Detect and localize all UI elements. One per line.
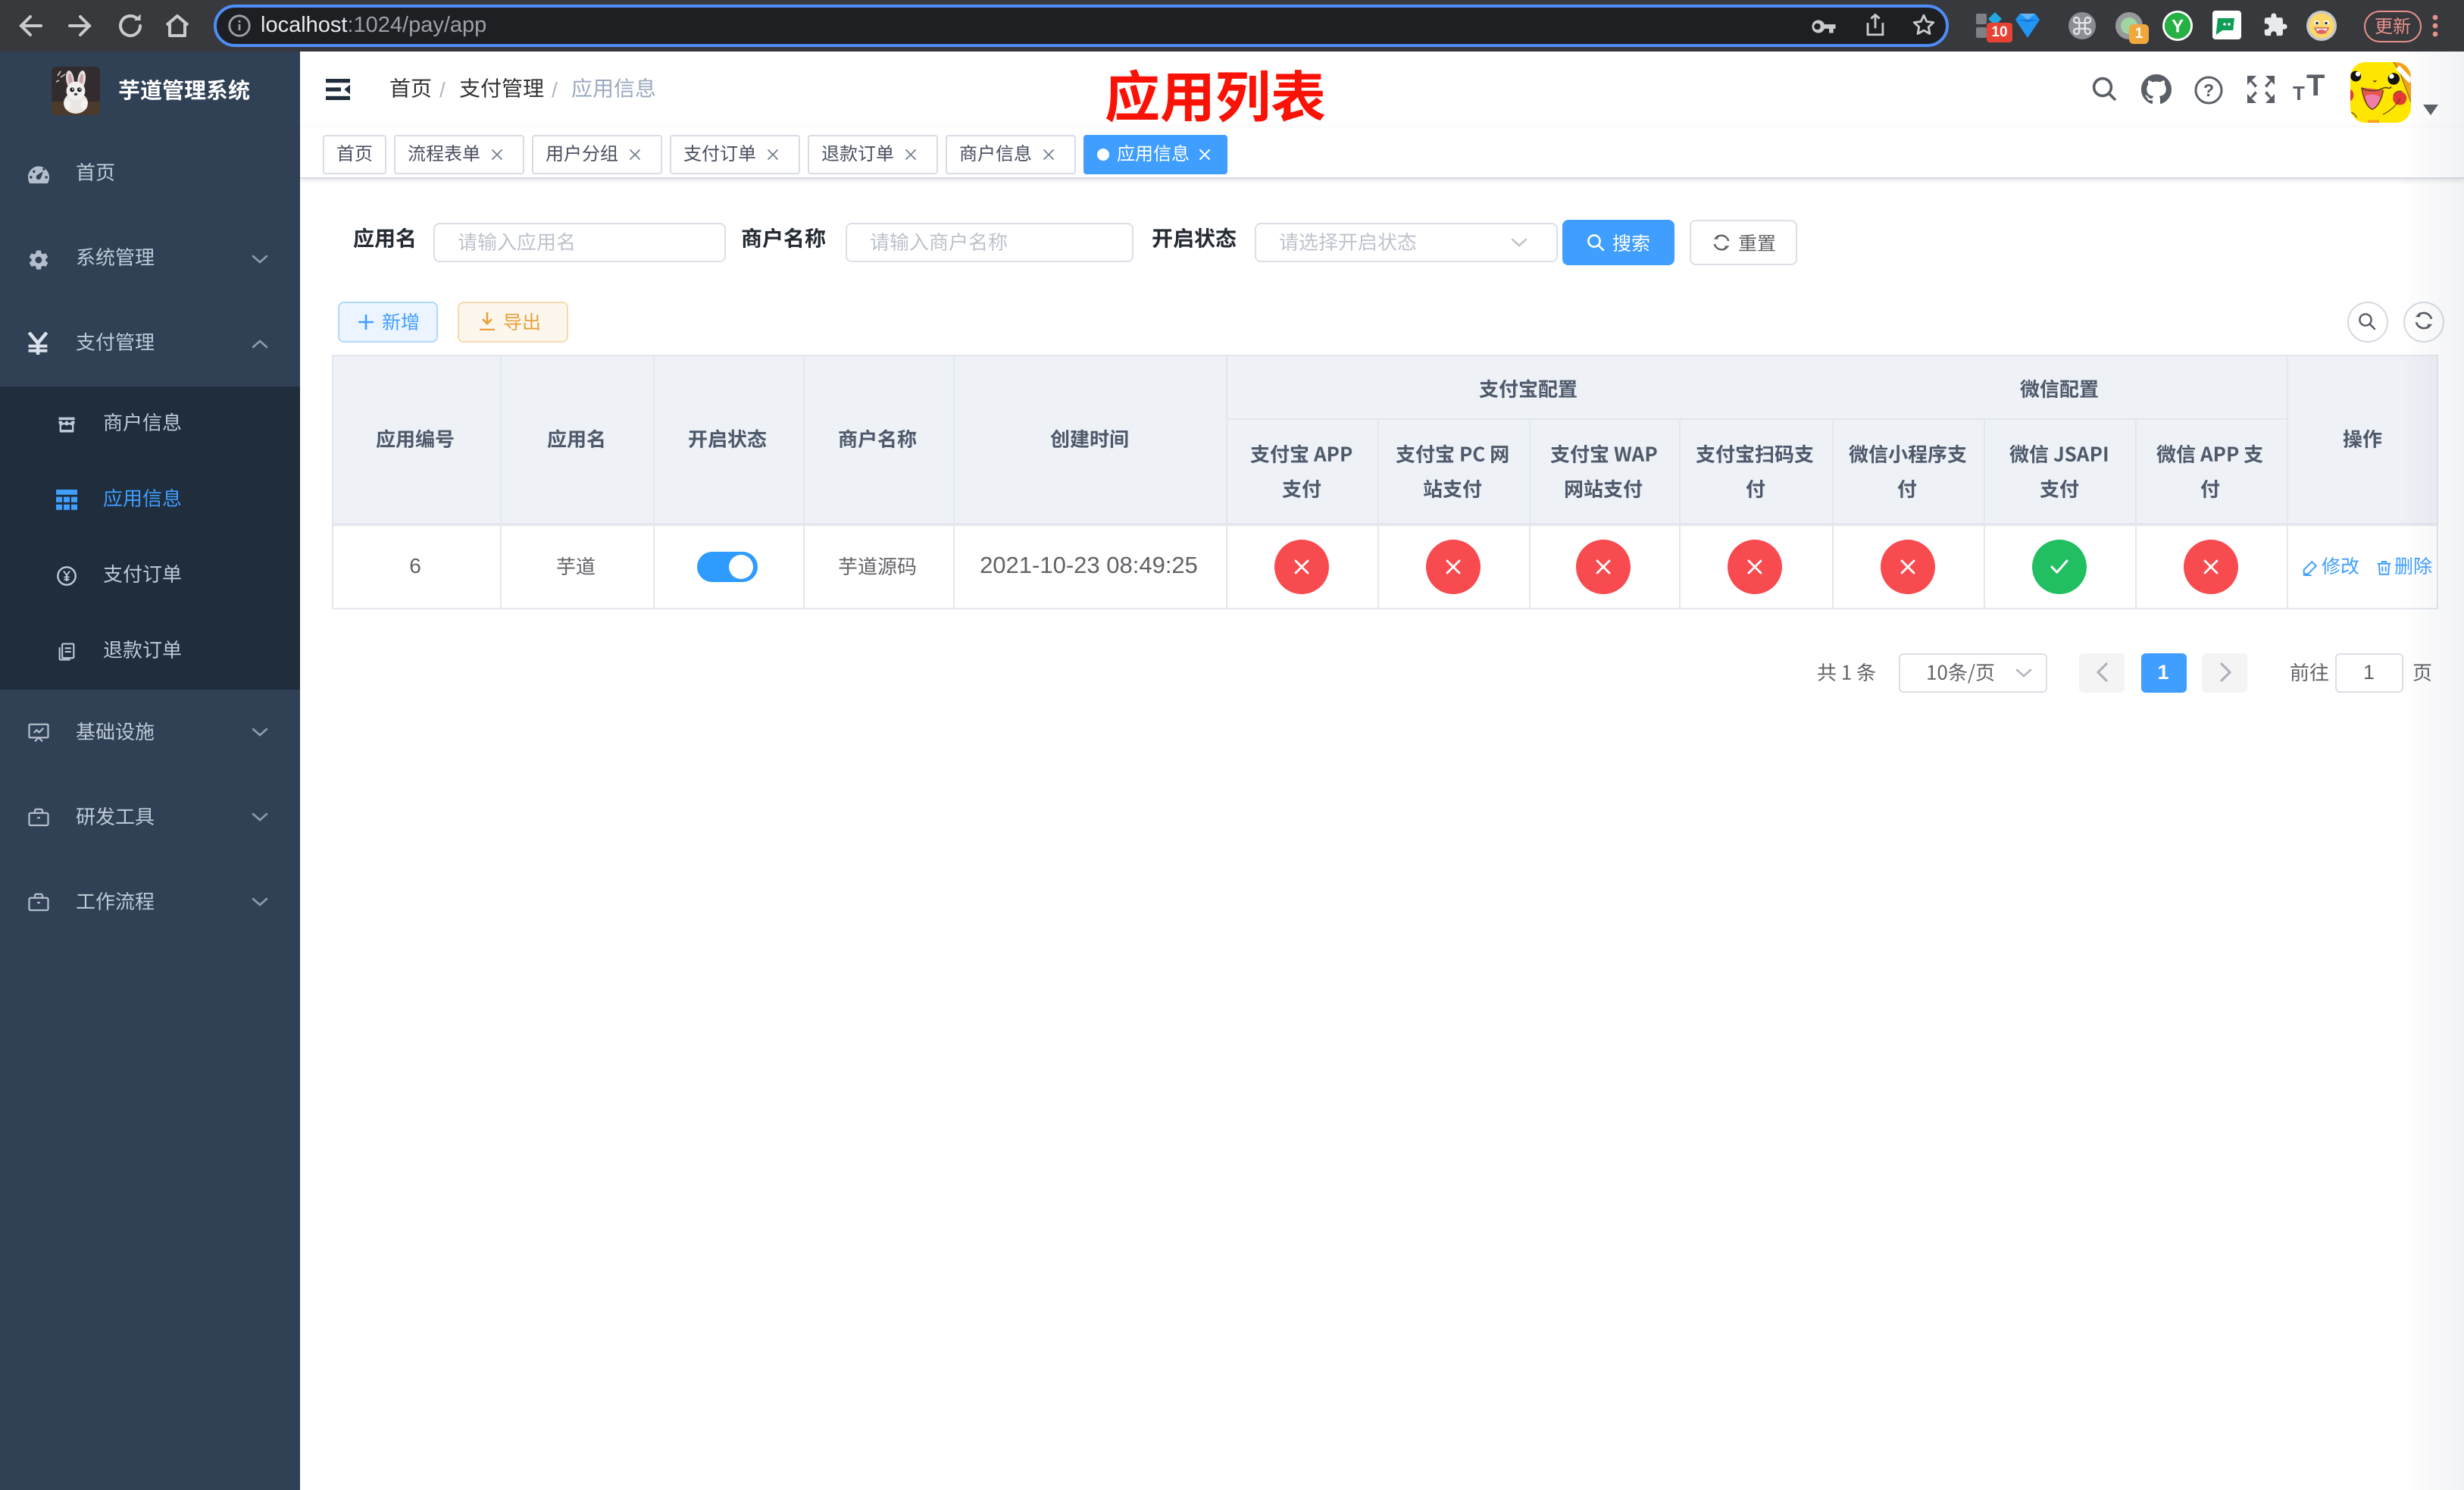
svg-text:?: ? — [2203, 80, 2214, 100]
svg-text:Y: Y — [2172, 16, 2184, 36]
